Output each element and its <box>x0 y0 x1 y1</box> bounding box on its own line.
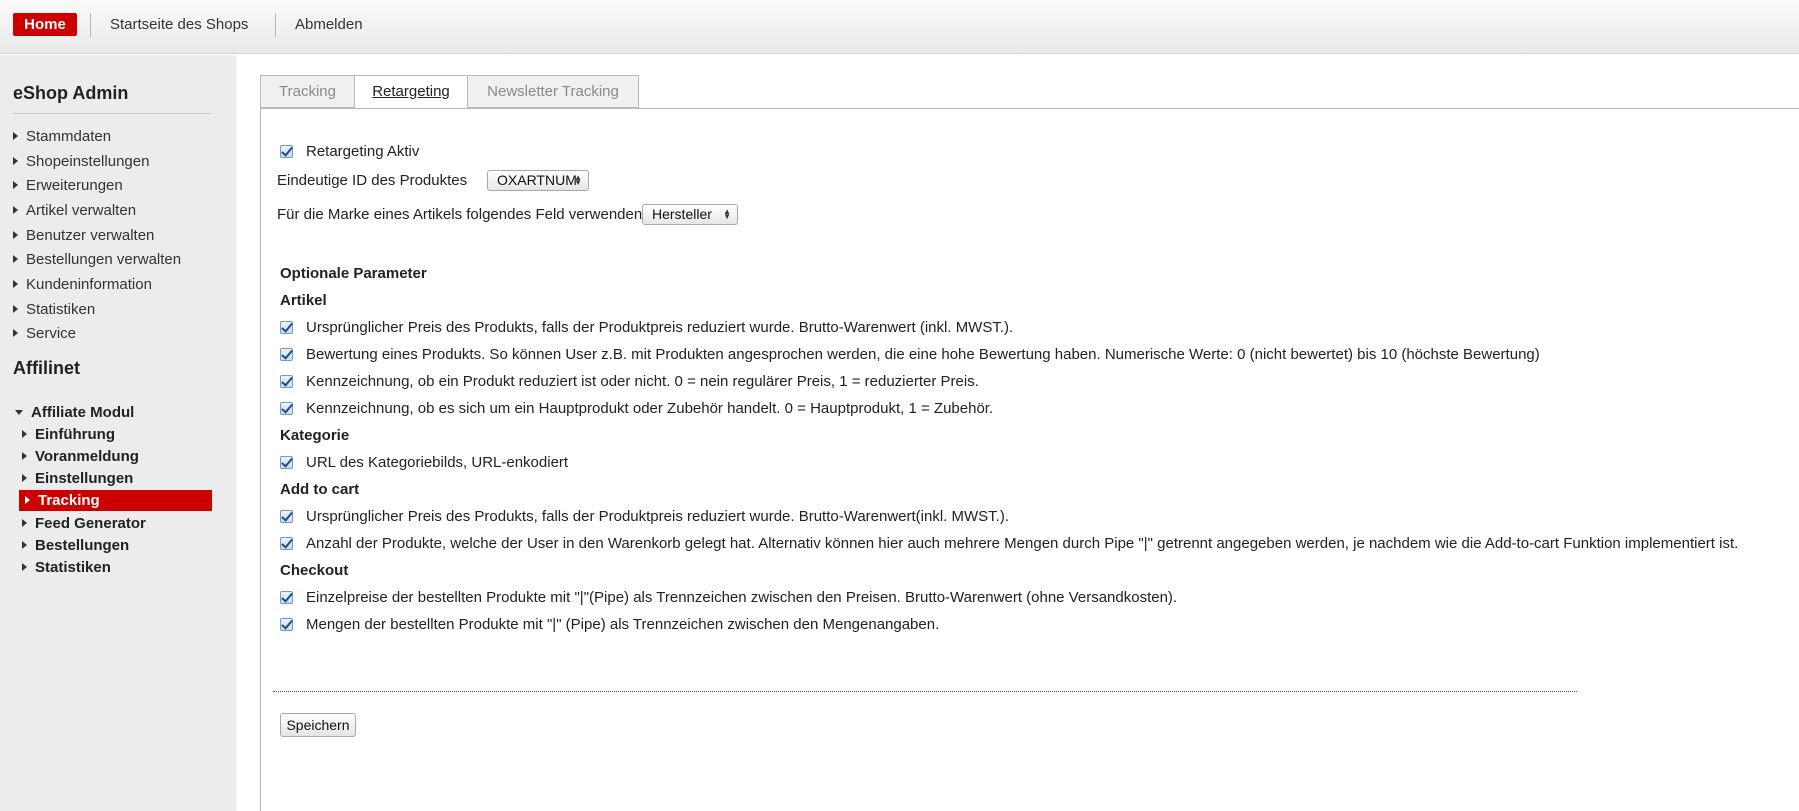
sidebar-subitem-feed-generator[interactable]: Feed Generator <box>22 515 146 532</box>
save-button[interactable]: Speichern <box>280 713 356 737</box>
retargeting-active-label: Retargeting Aktiv <box>306 143 420 160</box>
cart-option-row: Ursprünglicher Preis des Produkts, falls… <box>280 508 1009 525</box>
option-checkbox[interactable] <box>280 375 293 388</box>
option-label: Kennzeichnung, ob ein Produkt reduziert … <box>306 373 979 390</box>
option-label: Ursprünglicher Preis des Produkts, falls… <box>306 319 1014 336</box>
select-arrows-icon: ▲ ▼ <box>723 207 731 221</box>
sidebar-item-bestellungen-verwalten[interactable]: Bestellungen verwalten <box>13 251 181 268</box>
option-checkbox[interactable] <box>280 456 293 469</box>
tab-tracking[interactable]: Tracking <box>260 75 355 108</box>
checkout-option-row: Mengen der bestellten Produkte mit "|" (… <box>280 616 939 633</box>
caret-down-icon <box>15 410 23 415</box>
cart-option-row: Anzahl der Produkte, welche der User in … <box>280 535 1738 552</box>
option-label: Anzahl der Produkte, welche der User in … <box>306 535 1739 552</box>
retargeting-active-checkbox[interactable] <box>280 145 293 158</box>
caret-right-icon <box>13 181 18 189</box>
caret-right-icon <box>13 280 18 288</box>
option-checkbox[interactable] <box>280 591 293 604</box>
sidebar-subitem-tracking[interactable]: Tracking <box>19 490 212 511</box>
shop-home-link[interactable]: Startseite des Shops <box>110 16 248 33</box>
logout-link[interactable]: Abmelden <box>295 16 363 33</box>
option-label: Kennzeichnung, ob es sich um ein Hauptpr… <box>306 400 994 417</box>
sidebar-item-affiliate-modul[interactable]: Affiliate Modul <box>15 404 134 421</box>
optional-parameters-heading: Optionale Parameter <box>280 265 427 282</box>
artikel-option-row: Bewertung eines Produkts. So können User… <box>280 346 1540 363</box>
caret-right-icon <box>22 474 27 482</box>
option-label: URL des Kategoriebilds, URL-enkodiert <box>306 454 569 471</box>
caret-right-icon <box>13 329 18 337</box>
divider <box>13 113 211 114</box>
option-checkbox[interactable] <box>280 321 293 334</box>
option-label: Mengen der bestellten Produkte mit "|" (… <box>306 616 940 633</box>
select-arrows-icon: ▲ ▼ <box>574 173 582 187</box>
kategorie-heading: Kategorie <box>280 427 350 444</box>
sidebar-subitem-bestellungen[interactable]: Bestellungen <box>22 537 129 554</box>
artikel-option-row: Ursprünglicher Preis des Produkts, falls… <box>280 319 1013 336</box>
caret-right-icon <box>13 255 18 263</box>
caret-right-icon <box>22 519 27 527</box>
retargeting-active-row: Retargeting Aktiv <box>280 143 419 160</box>
option-checkbox[interactable] <box>280 348 293 361</box>
caret-right-icon <box>13 157 18 165</box>
main-content: Tracking Retargeting Newsletter Tracking… <box>236 55 1799 811</box>
sidebar-subitem-einstellungen[interactable]: Einstellungen <box>22 470 133 487</box>
artikel-heading: Artikel <box>280 292 327 309</box>
top-bar: Home Startseite des Shops Abmelden <box>0 0 1799 54</box>
caret-right-icon <box>13 206 18 214</box>
separator <box>275 13 276 37</box>
divider <box>273 691 1577 692</box>
caret-right-icon <box>22 430 27 438</box>
caret-right-icon <box>22 563 27 571</box>
cart-heading: Add to cart <box>280 481 360 498</box>
sidebar-subitem-statistiken[interactable]: Statistiken <box>22 559 111 576</box>
caret-right-icon <box>13 231 18 239</box>
home-button[interactable]: Home <box>13 13 77 36</box>
sidebar-item-service[interactable]: Service <box>13 325 76 342</box>
sidebar-item-shopeinstellungen[interactable]: Shopeinstellungen <box>13 153 149 170</box>
sidebar-item-erweiterungen[interactable]: Erweiterungen <box>13 177 123 194</box>
caret-right-icon <box>13 132 18 140</box>
option-checkbox[interactable] <box>280 510 293 523</box>
brand-field-select[interactable]: Hersteller ▲ ▼ <box>642 204 738 225</box>
sidebar-subitem-einfuehrung[interactable]: Einführung <box>22 426 115 443</box>
brand-field-label: Für die Marke eines Artikels folgendes F… <box>277 206 643 223</box>
option-label: Ursprünglicher Preis des Produkts, falls… <box>306 508 1010 525</box>
tab-retargeting[interactable]: Retargeting <box>354 75 468 109</box>
separator <box>90 13 91 37</box>
product-id-label: Eindeutige ID des Produktes <box>277 172 468 189</box>
sidebar-item-kundeninformation[interactable]: Kundeninformation <box>13 276 152 293</box>
settings-panel: Retargeting Aktiv Eindeutige ID des Prod… <box>260 108 1799 811</box>
caret-right-icon <box>13 305 18 313</box>
option-checkbox[interactable] <box>280 402 293 415</box>
tab-newsletter-tracking[interactable]: Newsletter Tracking <box>467 75 639 108</box>
option-checkbox[interactable] <box>280 537 293 550</box>
artikel-option-row: Kennzeichnung, ob es sich um ein Hauptpr… <box>280 400 993 417</box>
sidebar: eShop Admin Stammdaten Shopeinstellungen… <box>0 55 236 811</box>
sidebar-section-affilinet: Affilinet <box>13 358 80 378</box>
sidebar-brand: eShop Admin <box>13 83 129 103</box>
option-label: Bewertung eines Produkts. So können User… <box>306 346 1540 363</box>
checkout-option-row: Einzelpreise der bestellten Produkte mit… <box>280 589 1177 606</box>
sidebar-item-artikel[interactable]: Artikel verwalten <box>13 202 136 219</box>
option-checkbox[interactable] <box>280 618 293 631</box>
product-id-select[interactable]: OXARTNUM ▲ ▼ <box>487 170 589 191</box>
kategorie-option-row: URL des Kategoriebilds, URL-enkodiert <box>280 454 568 471</box>
caret-right-icon <box>25 496 30 504</box>
artikel-option-row: Kennzeichnung, ob ein Produkt reduziert … <box>280 373 979 390</box>
caret-right-icon <box>22 452 27 460</box>
sidebar-item-stammdaten[interactable]: Stammdaten <box>13 128 111 145</box>
sidebar-item-benutzer[interactable]: Benutzer verwalten <box>13 227 154 244</box>
sidebar-item-statistiken[interactable]: Statistiken <box>13 301 95 318</box>
checkout-heading: Checkout <box>280 562 349 579</box>
option-label: Einzelpreise der bestellten Produkte mit… <box>306 589 1178 606</box>
sidebar-subitem-voranmeldung[interactable]: Voranmeldung <box>22 448 139 465</box>
caret-right-icon <box>22 541 27 549</box>
